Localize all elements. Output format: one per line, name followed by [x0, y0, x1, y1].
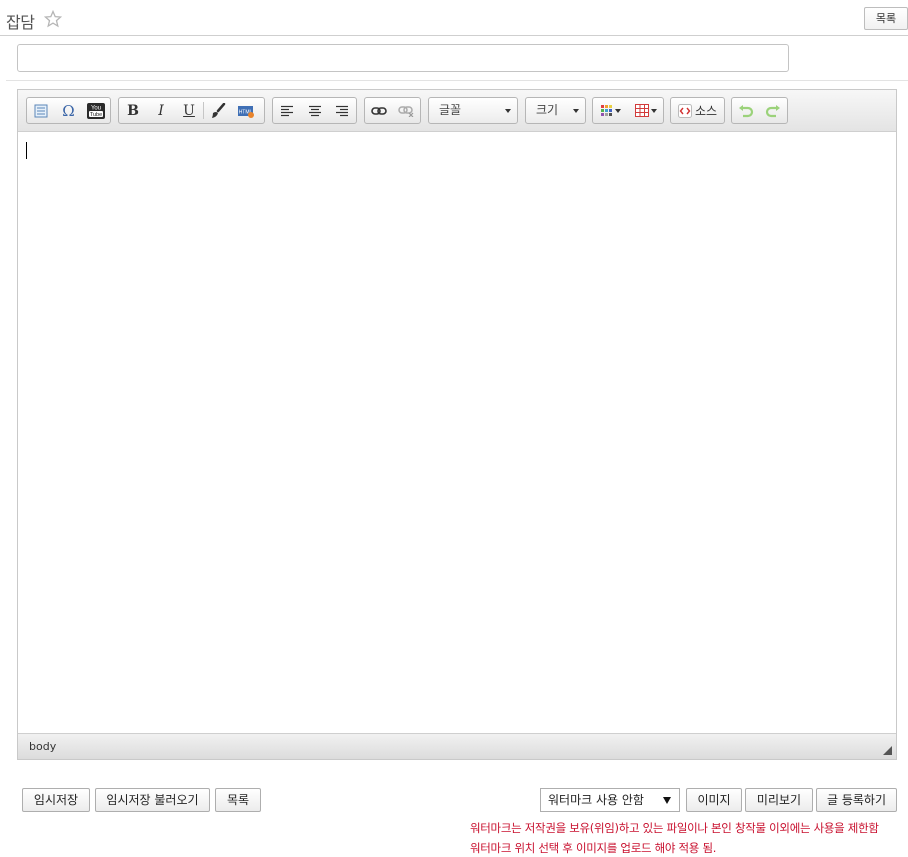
rich-text-editor: Ω You Tube B I U HTML 글꼴 크기 소스 body [17, 89, 897, 760]
html-icon[interactable]: HTML [232, 98, 260, 123]
table-button[interactable] [628, 98, 663, 123]
font-family-select[interactable]: 글꼴 [428, 97, 518, 124]
align-left-icon[interactable] [273, 98, 301, 123]
toolbar-group-format: B I U HTML [118, 97, 265, 124]
omega-icon[interactable]: Ω [55, 98, 83, 123]
brush-icon[interactable] [204, 98, 232, 123]
undo-icon[interactable] [732, 98, 760, 123]
bold-icon[interactable]: B [119, 98, 147, 123]
svg-text:You: You [91, 105, 101, 111]
toolbar-group-history [731, 97, 788, 124]
editor-content-area[interactable] [18, 133, 896, 732]
font-family-label: 글꼴 [439, 103, 462, 117]
divider [6, 80, 908, 81]
document-icon[interactable] [27, 98, 55, 123]
youtube-icon[interactable]: You Tube [82, 98, 110, 123]
align-right-icon[interactable] [328, 98, 356, 123]
chevron-down-icon [505, 109, 511, 113]
align-center-icon[interactable] [301, 98, 329, 123]
chevron-down-icon [650, 108, 657, 113]
color-palette-button[interactable] [593, 98, 628, 123]
resize-handle-icon[interactable] [883, 746, 892, 755]
table-icon [634, 104, 649, 117]
board-title: 잡담 [6, 13, 35, 32]
link-icon[interactable] [365, 98, 393, 123]
star-icon[interactable] [44, 10, 62, 28]
list-button[interactable]: 목록 [215, 788, 261, 812]
text-cursor [26, 142, 27, 159]
preview-button[interactable]: 미리보기 [745, 788, 813, 812]
top-list-button[interactable]: 목록 [864, 7, 908, 30]
editor-statusbar: body [18, 733, 896, 759]
underline-icon[interactable]: U [175, 98, 203, 123]
source-label: 소스 [694, 104, 718, 118]
board-header: 잡담 목록 [0, 0, 908, 36]
image-button[interactable]: 이미지 [686, 788, 742, 812]
source-code-icon [677, 103, 692, 118]
watermark-notice-1: 워터마크는 저작권을 보유(위임)하고 있는 파일이나 본인 창작물 이외에는 … [470, 821, 879, 835]
dropdown-arrow-icon [663, 797, 671, 804]
chevron-down-icon [614, 108, 621, 113]
font-size-select[interactable]: 크기 [525, 97, 586, 124]
toolbar-group-insert: Ω You Tube [26, 97, 111, 124]
font-size-label: 크기 [536, 103, 559, 117]
toolbar-group-align [272, 97, 357, 124]
watermark-select-value: 워터마크 사용 안함 [548, 793, 644, 807]
redo-icon[interactable] [760, 98, 788, 123]
editor-toolbar: Ω You Tube B I U HTML 글꼴 크기 소스 [18, 90, 896, 132]
italic-icon[interactable]: I [147, 98, 175, 123]
svg-text:Tube: Tube [90, 111, 102, 117]
watermark-notice-2: 워터마크 위치 선택 후 이미지를 업로드 해야 적용 됨. [470, 841, 717, 855]
color-palette-icon [600, 104, 612, 116]
toolbar-group-color-table [592, 97, 664, 124]
element-path[interactable]: body [29, 740, 56, 753]
temp-load-button[interactable]: 임시저장 불러오기 [95, 788, 210, 812]
chevron-down-icon [573, 109, 579, 113]
source-button[interactable]: 소스 [670, 97, 725, 124]
subject-input[interactable] [17, 44, 789, 72]
temp-save-button[interactable]: 임시저장 [22, 788, 90, 812]
submit-post-button[interactable]: 글 등록하기 [816, 788, 897, 812]
unlink-icon[interactable] [393, 98, 421, 123]
watermark-select[interactable]: 워터마크 사용 안함 [540, 788, 680, 812]
toolbar-group-link [364, 97, 421, 124]
